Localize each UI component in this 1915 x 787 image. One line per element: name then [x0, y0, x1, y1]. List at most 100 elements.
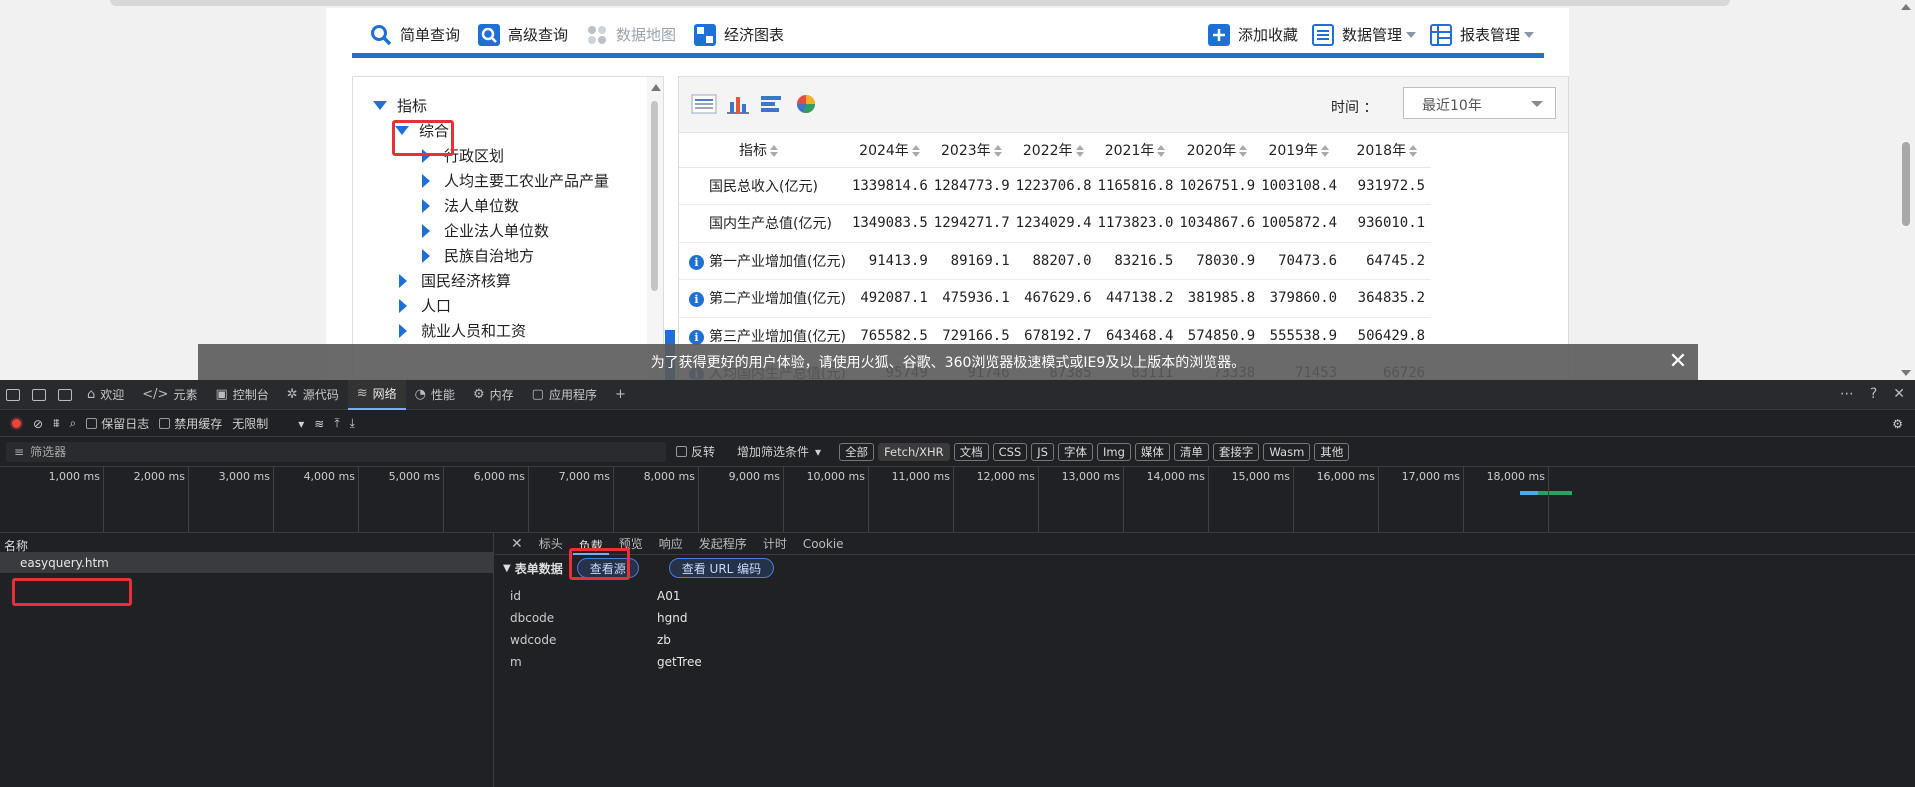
tab-application[interactable]: ▢ 应用程序	[523, 380, 606, 410]
info-icon[interactable]: i	[689, 329, 704, 345]
filter-chip[interactable]: Img	[1096, 442, 1131, 461]
tree-scrollbar[interactable]	[647, 77, 663, 379]
tree-sibling-2[interactable]: 人口	[399, 295, 451, 316]
sort-icon[interactable]	[1157, 144, 1166, 157]
sort-icon[interactable]	[1321, 144, 1330, 157]
filter-chip[interactable]: 清单	[1173, 442, 1209, 461]
filter-chip[interactable]: 套接字	[1212, 442, 1260, 461]
sort-icon[interactable]	[993, 144, 1002, 157]
table-row[interactable]: 国内生产总值(亿元) 1349083.5 1294271.7 1234029.4 117…	[679, 204, 1432, 243]
tree-child-2[interactable]: 人均主要工农业产品产量	[422, 170, 609, 191]
tab-timing[interactable]: 计时	[757, 535, 793, 552]
sort-icon[interactable]	[911, 144, 920, 157]
settings-gear-icon[interactable]: ⚙	[1892, 417, 1903, 431]
time-range-select[interactable]: 最近10年	[1403, 87, 1556, 119]
dock-icon[interactable]	[58, 388, 72, 401]
data-manage-menu[interactable]: 数据管理	[1311, 20, 1416, 50]
form-data-header[interactable]: ▼ 表单数据 查看源 查看 URL 编码	[495, 555, 1915, 581]
scroll-up-icon[interactable]	[1901, 4, 1911, 10]
name-column-header[interactable]: 名称	[0, 533, 493, 553]
filter-chip-active[interactable]: Fetch/XHR	[878, 442, 950, 461]
filter-chip[interactable]: 媒体	[1134, 442, 1170, 461]
row-indicator-name[interactable]: 国民总收入(亿元)	[679, 167, 852, 205]
sort-icon[interactable]	[1075, 144, 1084, 157]
sort-icon[interactable]	[1409, 144, 1418, 157]
inspect-icon[interactable]	[6, 388, 20, 401]
invert-checkbox[interactable]: 反转	[676, 443, 715, 460]
scroll-thumb[interactable]	[1902, 142, 1910, 226]
tab-preview[interactable]: 预览	[613, 535, 649, 552]
more-filters-dropdown[interactable]: 增加筛选条件 ▾	[737, 443, 821, 460]
tab-cookie[interactable]: Cookie	[797, 537, 850, 551]
tree-root[interactable]: 指标	[373, 95, 427, 116]
column-header-year[interactable]: 2024年	[851, 133, 934, 168]
column-header-year[interactable]: 2018年	[1343, 133, 1432, 168]
clear-button[interactable]: ⊘	[33, 417, 43, 431]
filter-chip[interactable]: 全部	[839, 442, 875, 461]
tab-elements[interactable]: </> 元素	[133, 380, 206, 410]
filter-toggle[interactable]: ⩩	[53, 416, 59, 431]
tab-payload[interactable]: 负载	[572, 533, 609, 555]
scroll-up-icon[interactable]	[651, 84, 661, 91]
tab-welcome[interactable]: ⌂ 欢迎	[78, 380, 133, 410]
filter-chip[interactable]: 其他	[1314, 442, 1350, 461]
tree-node-selected[interactable]: 综合	[395, 120, 449, 141]
column-header-year[interactable]: 2022年	[1015, 133, 1098, 168]
tree-sibling-3[interactable]: 就业人员和工资	[399, 320, 526, 341]
tab-initiator[interactable]: 发起程序	[693, 535, 753, 552]
scroll-thumb[interactable]	[651, 101, 658, 291]
column-header-year[interactable]: 2021年	[1097, 133, 1180, 168]
column-header-year[interactable]: 2020年	[1179, 133, 1262, 168]
tab-network[interactable]: ≋ 网络	[347, 379, 406, 410]
nav-econ-chart[interactable]: 经济图表	[694, 20, 784, 50]
nav-simple-query[interactable]: 简单查询	[370, 20, 460, 50]
table-row[interactable]: 国民总收入(亿元) 1339814.6 1284773.9 1223706.8 1165…	[679, 167, 1432, 205]
request-row[interactable]: easyquery.htm	[0, 553, 493, 573]
tab-console[interactable]: ▣ 控制台	[206, 380, 277, 410]
tab-headers[interactable]: 标头	[533, 535, 569, 552]
tree-child-4[interactable]: 企业法人单位数	[422, 220, 549, 241]
preserve-log-checkbox[interactable]: 保留日志	[86, 415, 149, 432]
nav-data-map[interactable]: 数据地图	[586, 20, 676, 50]
view-url-encoded-button[interactable]: 查看 URL 编码	[668, 558, 775, 578]
search-button[interactable]: ⌕	[69, 416, 76, 431]
add-tab-button[interactable]: +	[606, 380, 640, 410]
row-indicator-name[interactable]: i 第二产业增加值(亿元)	[679, 279, 852, 318]
bar-chart-icon[interactable]	[725, 93, 751, 115]
row-indicator-name[interactable]: 国内生产总值(亿元)	[679, 204, 852, 243]
help-icon[interactable]: ?	[1870, 386, 1877, 402]
network-timeline[interactable]: 1,000 ms 2,000 ms 3,000 ms 4,000 ms 5,000 ms…	[0, 467, 1915, 533]
filter-chip[interactable]: JS	[1031, 442, 1054, 461]
view-source-button[interactable]: 查看源	[576, 558, 639, 578]
column-header-year[interactable]: 2023年	[933, 133, 1016, 168]
tab-memory[interactable]: ⚙ 内存	[464, 380, 523, 410]
filter-chip[interactable]: Wasm	[1263, 442, 1311, 461]
wifi-settings-icon[interactable]: ≋	[314, 417, 324, 431]
more-icon[interactable]: ⋯	[1840, 386, 1854, 402]
column-header-indicator[interactable]: 指标	[679, 133, 852, 168]
filter-input[interactable]: ≡ 筛选器	[6, 441, 666, 462]
pie-chart-icon[interactable]	[793, 93, 819, 115]
row-indicator-name[interactable]: i 第一产业增加值(亿元)	[679, 242, 852, 280]
tree-child-3[interactable]: 法人单位数	[422, 195, 519, 216]
tab-response[interactable]: 响应	[653, 535, 689, 552]
device-icon[interactable]	[32, 388, 46, 401]
close-icon[interactable]: ✕	[1666, 350, 1690, 374]
tree-sibling-1[interactable]: 国民经济核算	[399, 270, 511, 291]
close-icon[interactable]: ✕	[505, 536, 529, 552]
filter-chip[interactable]: 字体	[1057, 442, 1093, 461]
table-row[interactable]: i 第二产业增加值(亿元) 492087.1 475936.1 467629.6 4471…	[679, 279, 1432, 318]
table-row[interactable]: i 第一产业增加值(亿元) 91413.9 89169.1 88207.0 83216.5…	[679, 242, 1432, 280]
table-view-icon[interactable]	[691, 93, 717, 115]
sort-icon[interactable]	[769, 144, 778, 157]
disable-cache-checkbox[interactable]: 禁用缓存	[159, 415, 222, 432]
tab-sources[interactable]: ✲ 源代码	[278, 380, 348, 410]
info-icon[interactable]: i	[689, 292, 704, 308]
scroll-down-icon[interactable]	[1901, 370, 1911, 376]
nav-advanced-query[interactable]: 高级查询	[478, 20, 568, 50]
column-header-year[interactable]: 2019年	[1261, 133, 1344, 168]
close-icon[interactable]: ✕	[1893, 386, 1905, 402]
sort-icon[interactable]	[1239, 144, 1248, 157]
tab-performance[interactable]: ◔ 性能	[406, 380, 464, 410]
tree-child-1[interactable]: 行政区划	[422, 145, 504, 166]
